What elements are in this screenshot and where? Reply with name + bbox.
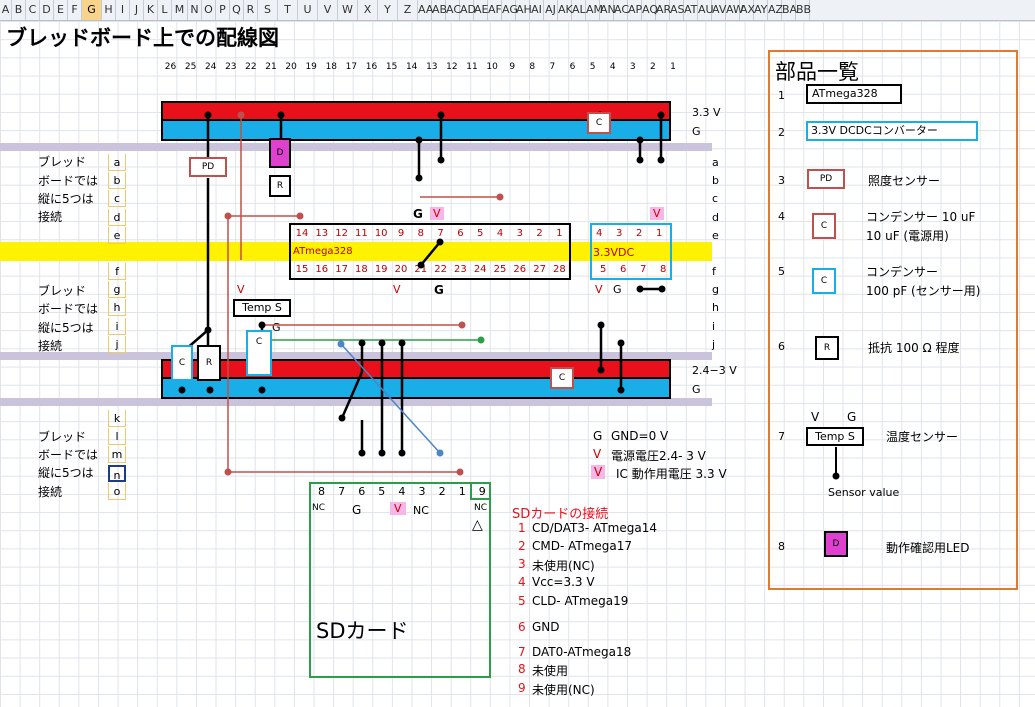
legend-gnd: GND=0 V xyxy=(611,429,669,443)
sd-pin-number: 7 xyxy=(338,485,346,498)
capacitor-100pf: C xyxy=(246,330,272,376)
legend-g: G xyxy=(593,429,603,443)
part-number: 6 xyxy=(778,340,785,353)
photo-sensor: PD xyxy=(189,157,227,177)
part-number: 3 xyxy=(778,174,785,187)
part-desc: コンデンサー xyxy=(866,265,939,279)
part-number: 2 xyxy=(778,126,785,139)
part-dcdc-box: 3.3V DCDCコンバーター xyxy=(806,121,978,141)
part-g-label: G xyxy=(847,410,857,424)
part-temp-box: Temp S xyxy=(806,427,864,446)
legend-ic: IC 動作用電圧 3.3 V xyxy=(616,467,727,481)
part-number: 8 xyxy=(778,540,785,553)
resistor: R xyxy=(269,175,291,197)
capacitor-100pf: C xyxy=(171,345,193,381)
sd-list-text: Vcc=3.3 V xyxy=(532,575,595,589)
sd-g: G xyxy=(352,503,362,517)
sd-list-text: CD/DAT3- ATmega14 xyxy=(532,521,657,535)
sd-list-number: 1 xyxy=(518,521,526,535)
sd-nc: NC xyxy=(474,503,488,513)
sd-pin-number: 2 xyxy=(438,485,446,498)
sd-list-text: 未使用 xyxy=(532,664,569,678)
part-pd-box: PD xyxy=(807,169,845,189)
sd-list-number: 5 xyxy=(518,594,526,608)
led: D xyxy=(269,138,291,168)
part-desc: コンデンサー 10 uF xyxy=(866,210,976,224)
part-led-box: D xyxy=(824,531,848,557)
sd-pin-number: 3 xyxy=(418,485,426,498)
part-cap-box: C xyxy=(812,213,836,239)
sd-list-number: 9 xyxy=(518,681,526,695)
sd-list-text: 未使用(NC) xyxy=(532,683,595,697)
sd-list-number: 6 xyxy=(518,620,526,634)
part-cap-box: C xyxy=(812,268,836,294)
sd-list-number: 4 xyxy=(518,575,526,589)
sd-triangle: △ xyxy=(472,517,483,533)
part-number: 5 xyxy=(778,265,785,278)
sd-list-text: GND xyxy=(532,620,560,634)
part-desc: 抵抗 100 Ω 程度 xyxy=(868,341,960,355)
part-sensor-value: Sensor value xyxy=(828,486,900,499)
sd-list-text: CMD- ATmega17 xyxy=(532,539,633,553)
sd-pin-number: 4 xyxy=(398,485,406,498)
sd-v: V xyxy=(390,502,406,515)
legend-supply: 電源電圧2.4- 3 V xyxy=(611,449,706,463)
part-desc: 温度センサー xyxy=(886,430,959,444)
sd-list-number: 7 xyxy=(518,645,526,659)
sd-list-number: 2 xyxy=(518,539,526,553)
sd-pin-number: 9 xyxy=(478,485,486,498)
part-number: 4 xyxy=(778,210,785,223)
sd-nc: NC xyxy=(413,504,429,517)
sd-list-text: DAT0-ATmega18 xyxy=(532,645,632,659)
sd-pin-number: 8 xyxy=(318,485,325,498)
capacitor-10uf: C xyxy=(550,367,574,389)
resistor: R xyxy=(197,345,221,381)
sd-list-text: 未使用(NC) xyxy=(532,559,595,573)
sd-nc: NC xyxy=(312,503,326,513)
part-number: 1 xyxy=(778,89,785,102)
parts-list-title: 部品一覧 xyxy=(775,60,859,84)
sd-list-number: 3 xyxy=(518,557,526,571)
legend-v: V xyxy=(593,447,602,461)
part-v-label: V xyxy=(811,410,820,424)
sd-list-number: 8 xyxy=(518,662,526,676)
sd-pin-number: 5 xyxy=(378,485,386,498)
part-number: 7 xyxy=(778,430,785,443)
sd-pin-number: 1 xyxy=(458,485,466,498)
capacitor-10uf: C xyxy=(587,112,611,134)
sd-connection-title: SDカードの接続 xyxy=(512,507,609,522)
part-desc: 照度センサー xyxy=(868,174,941,188)
sd-pin-number: 6 xyxy=(358,485,366,498)
legend-v-ic: V xyxy=(591,465,606,479)
part-resistor-box: R xyxy=(815,336,839,360)
part-desc: 100 pF (センサー用) xyxy=(866,284,981,298)
part-desc: 動作確認用LED xyxy=(886,541,970,555)
sd-card-name: SDカード xyxy=(316,619,409,643)
part-desc: 10 uF (電源用) xyxy=(866,229,949,243)
sd-list-text: CLD- ATmega19 xyxy=(532,594,629,608)
part-atmega-box: ATmega328 xyxy=(806,84,902,104)
